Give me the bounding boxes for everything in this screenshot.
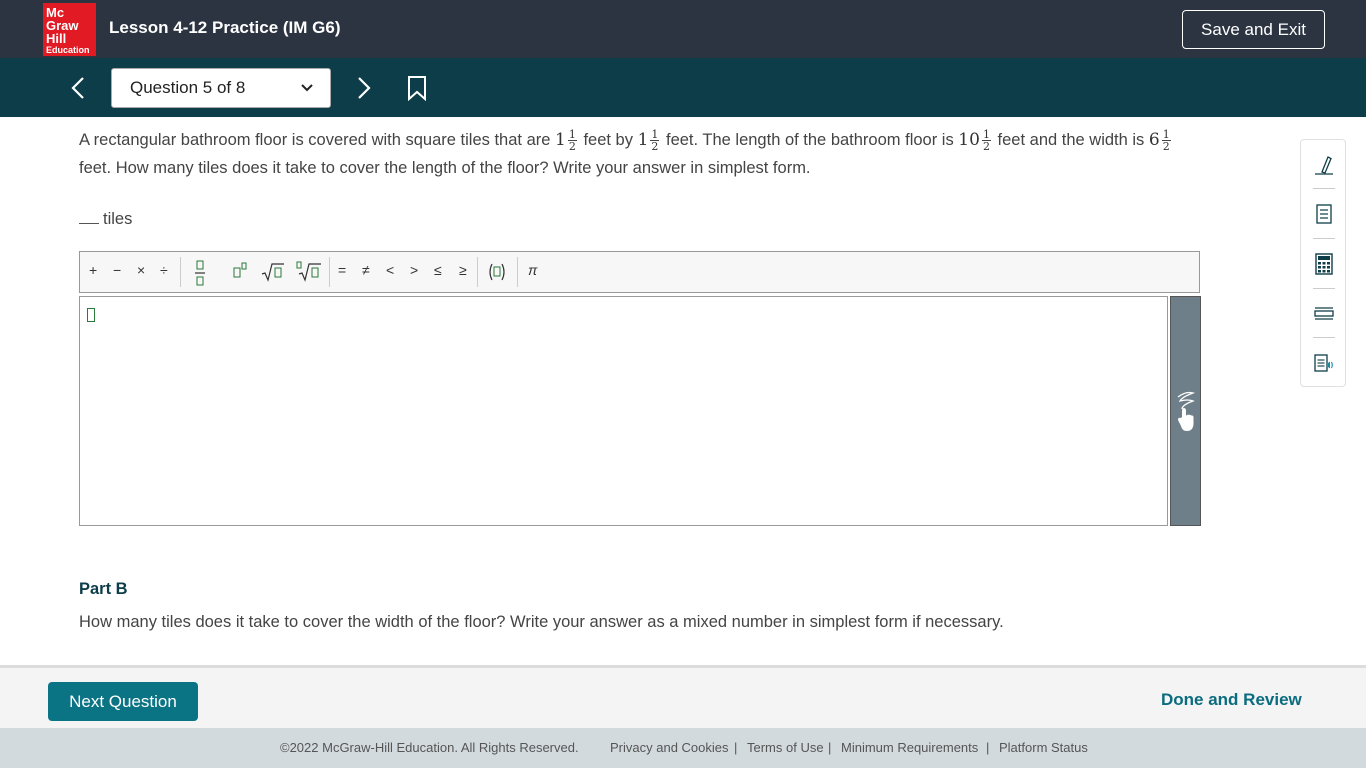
answer-prompt: tiles xyxy=(79,210,132,229)
equals-button[interactable]: = xyxy=(338,262,346,278)
fraction: 12 xyxy=(650,129,660,153)
question-text-part: feet by xyxy=(583,131,633,149)
next-question-button[interactable]: Next Question xyxy=(48,682,198,721)
platform-status-link[interactable]: Platform Status xyxy=(999,740,1088,755)
pencil-icon[interactable] xyxy=(1313,154,1335,176)
link-separator: | xyxy=(828,740,832,755)
greater-than-button[interactable]: > xyxy=(410,262,418,278)
toolbar-divider xyxy=(180,257,181,287)
mixed-number: 10 1 2 xyxy=(958,129,993,153)
nth-root-icon[interactable] xyxy=(296,260,322,282)
mixed-whole: 1 xyxy=(555,130,566,150)
fraction: 12 xyxy=(1161,129,1171,153)
less-than-button[interactable]: < xyxy=(386,262,394,278)
mixed-whole: 10 xyxy=(958,130,980,150)
bookmark-icon[interactable] xyxy=(406,75,428,101)
question-content: A rectangular bathroom floor is covered … xyxy=(40,117,1327,665)
question-text: A rectangular bathroom floor is covered … xyxy=(79,126,1204,182)
mixed-whole: 6 xyxy=(1148,130,1160,150)
fraction-denominator: 2 xyxy=(1162,140,1170,153)
part-b-heading: Part B xyxy=(79,580,128,598)
mixed-number: 112 xyxy=(637,129,662,153)
top-bar: Mc Graw Hill Education Lesson 4-12 Pract… xyxy=(0,0,1366,58)
parentheses-template-icon[interactable] xyxy=(487,263,507,281)
times-button[interactable]: × xyxy=(137,262,145,278)
link-separator: | xyxy=(734,740,738,755)
not-equal-button[interactable]: ≠ xyxy=(362,262,370,278)
minus-button[interactable]: − xyxy=(113,262,121,278)
toolbar-divider xyxy=(517,257,518,287)
part-b-question: How many tiles does it take to cover the… xyxy=(79,613,1004,631)
save-and-exit-button[interactable]: Save and Exit xyxy=(1182,10,1325,49)
calculator-icon[interactable] xyxy=(1313,253,1335,275)
question-text-part: feet. The length of the bathroom floor i… xyxy=(666,131,954,149)
previous-question-icon[interactable] xyxy=(66,75,92,101)
logo-line: Education xyxy=(46,45,90,55)
done-and-review-link[interactable]: Done and Review xyxy=(1161,690,1302,710)
privacy-link[interactable]: Privacy and Cookies xyxy=(610,740,729,755)
question-selector-label: Question 5 of 8 xyxy=(130,78,246,97)
input-placeholder-box xyxy=(87,308,95,322)
answer-blank xyxy=(79,223,99,224)
lesson-title: Lesson 4-12 Practice (IM G6) xyxy=(109,18,341,37)
question-selector-dropdown[interactable]: Question 5 of 8 xyxy=(111,68,331,108)
plus-button[interactable]: + xyxy=(89,262,97,278)
greater-equal-button[interactable]: ≥ xyxy=(459,262,467,278)
toolbar-divider xyxy=(329,257,330,287)
fraction-denominator: 2 xyxy=(982,140,990,153)
exponent-template-icon[interactable] xyxy=(232,262,248,280)
handwriting-toggle[interactable] xyxy=(1170,296,1201,526)
question-text-part: A rectangular bathroom floor is covered … xyxy=(79,131,551,149)
mixed-number: 612 xyxy=(1148,129,1173,153)
math-toolbar: + − × ÷ = ≠ < > ≤ ≥ π xyxy=(79,251,1200,293)
question-nav-bar: Question 5 of 8 xyxy=(0,58,1366,117)
tools-panel xyxy=(1300,139,1346,387)
fraction: 12 xyxy=(567,129,577,153)
question-text-part: feet. How many tiles does it take to cov… xyxy=(79,159,811,177)
tool-divider xyxy=(1313,238,1335,239)
bottom-action-bar: Next Question Done and Review xyxy=(0,665,1366,728)
copyright-text: ©2022 McGraw-Hill Education. All Rights … xyxy=(280,740,579,755)
chevron-down-icon xyxy=(301,84,313,92)
divide-button[interactable]: ÷ xyxy=(160,262,168,278)
fraction: 12 xyxy=(981,129,991,153)
tool-divider xyxy=(1313,337,1335,338)
toolbar-divider xyxy=(477,257,478,287)
tool-divider xyxy=(1313,288,1335,289)
less-equal-button[interactable]: ≤ xyxy=(434,262,442,278)
logo-line: Hill xyxy=(46,31,67,46)
mixed-number: 112 xyxy=(555,129,579,153)
next-question-icon[interactable] xyxy=(350,75,376,101)
answer-unit: tiles xyxy=(103,210,133,228)
mixed-whole: 1 xyxy=(637,130,649,150)
fraction-denominator: 2 xyxy=(651,140,659,153)
tool-divider xyxy=(1313,188,1335,189)
pi-button[interactable]: π xyxy=(528,262,537,278)
line-reader-icon[interactable] xyxy=(1313,302,1335,324)
terms-link[interactable]: Terms of Use xyxy=(747,740,824,755)
mcgraw-hill-logo: Mc Graw Hill Education xyxy=(43,3,96,56)
math-answer-input[interactable] xyxy=(79,296,1168,526)
notes-icon[interactable] xyxy=(1313,203,1335,225)
fraction-denominator: 2 xyxy=(568,140,576,153)
text-to-speech-icon[interactable] xyxy=(1313,352,1335,374)
handwriting-hand-icon xyxy=(1177,391,1196,431)
minimum-requirements-link[interactable]: Minimum Requirements xyxy=(841,740,978,755)
question-text-part: feet and the width is xyxy=(997,131,1145,149)
fraction-template-icon[interactable] xyxy=(193,258,207,288)
copyright-footer: ©2022 McGraw-Hill Education. All Rights … xyxy=(0,728,1366,768)
link-separator: | xyxy=(986,740,990,755)
square-root-icon[interactable] xyxy=(261,262,285,282)
